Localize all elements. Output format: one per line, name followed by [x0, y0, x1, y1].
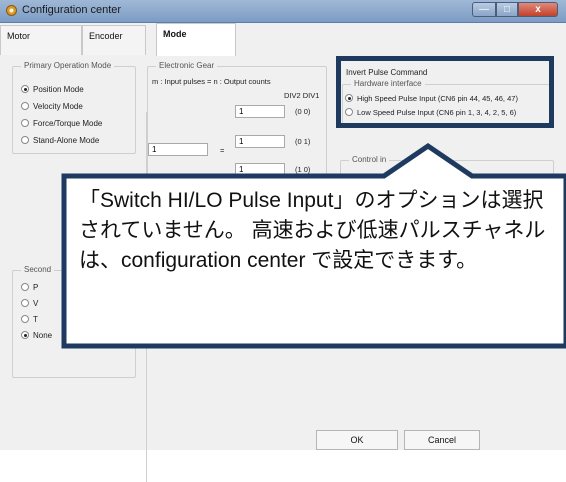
cancel-button[interactable]: Cancel [404, 430, 480, 450]
callout-text: 「Switch HI/LO Pulse Input」のオプションは選択されていま… [79, 189, 546, 272]
ok-button[interactable]: OK [316, 430, 398, 450]
configuration-window: Configuration center — □ x Motor Encoder… [0, 0, 566, 482]
